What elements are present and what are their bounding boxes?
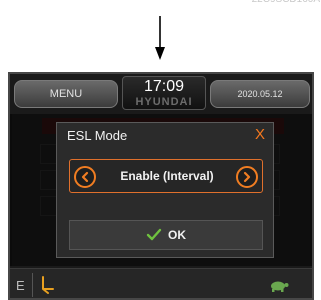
mode-indicator: E <box>16 278 25 293</box>
reference-code: 22C9SCD160A <box>240 0 320 8</box>
ok-label: OK <box>168 228 186 242</box>
ok-button[interactable]: OK <box>69 220 263 250</box>
next-option-button[interactable] <box>236 166 258 188</box>
dialog-title: ESL Mode <box>67 128 128 143</box>
clock-panel: 17:09 HYUNDAI <box>122 76 206 110</box>
status-bar: E <box>10 268 312 298</box>
date-button[interactable]: 2020.05.12 <box>210 80 310 108</box>
esl-mode-dialog: ESL Mode X Enable (Interval) OK <box>56 122 274 258</box>
selected-option-value: Enable (Interval) <box>120 169 214 183</box>
dialog-header: ESL Mode X <box>57 123 273 147</box>
cluster-screen: MENU 17:09 HYUNDAI 2020.05.12 ESL Mode X… <box>8 72 314 300</box>
close-button[interactable]: X <box>251 126 269 144</box>
next-option-icon <box>243 171 251 183</box>
prev-option-icon <box>81 171 89 183</box>
check-icon <box>146 228 162 241</box>
down-arrow-icon <box>155 16 165 60</box>
clock: 17:09 <box>143 78 185 95</box>
brand-logo: HYUNDAI <box>135 96 193 108</box>
status-divider <box>32 273 33 297</box>
turtle-icon <box>271 281 289 292</box>
option-selector: Enable (Interval) <box>69 159 263 193</box>
pedal-icon <box>42 276 54 294</box>
menu-button[interactable]: MENU <box>14 80 118 108</box>
previous-option-button[interactable] <box>74 166 96 188</box>
